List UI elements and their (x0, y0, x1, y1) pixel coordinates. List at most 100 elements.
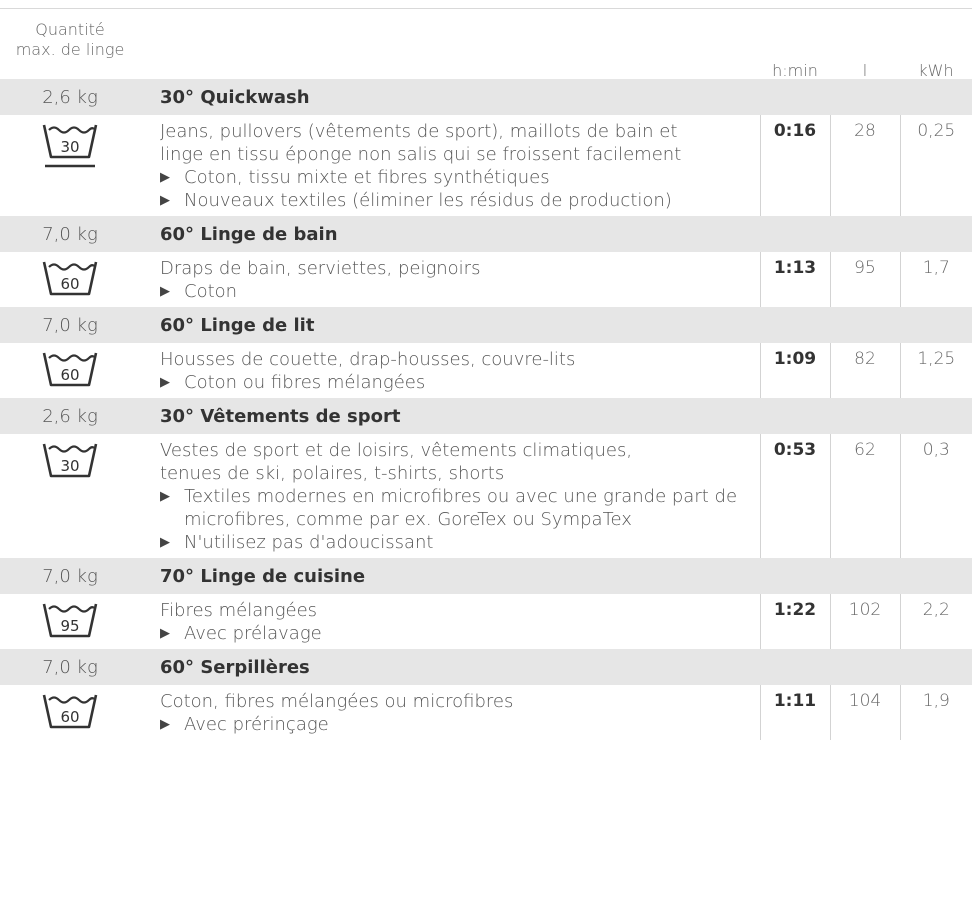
program-duration: 0:16 (760, 115, 831, 216)
program-description-line: linge en tissu éponge non salis qui se f… (160, 144, 682, 165)
bullet-triangle-icon: ▶ (160, 170, 170, 185)
program-detail-row: 60 Draps de bain, serviettes, peignoirs ▶ C… (0, 252, 972, 307)
program-description-line: Fibres mélangées (160, 600, 318, 621)
program-description-line: Coton, fibres mélangées ou microfibres (160, 691, 514, 712)
program-description: Housses de couette, drap-housses, couvre… (140, 343, 761, 398)
program-bullet: ▶ Coton, tissu mixte et fibres synthétiqu… (160, 166, 750, 189)
program-bullet: ▶ Nouveaux textiles (éliminer les résidus… (160, 189, 750, 212)
max-load: 7,0 kg (0, 216, 140, 252)
program-description-line: Housses de couette, drap-housses, couvre… (160, 349, 576, 370)
program-detail-row: 30 Vestes de sport et de loisirs, vêtemen… (0, 434, 972, 558)
bullet-triangle-icon: ▶ (160, 626, 170, 641)
program-bullet: ▶ Coton (160, 280, 750, 303)
program-title: 30° Vêtements de sport (140, 398, 972, 434)
program-energy: 2,2 (922, 600, 950, 620)
header-max-load-line2: max. de linge (15, 40, 125, 59)
program-title: 60° Linge de bain (140, 216, 972, 252)
wash-temperature-label: 30 (60, 138, 79, 156)
program-description-line: Draps de bain, serviettes, peignoirs (160, 258, 481, 279)
program-description: Draps de bain, serviettes, peignoirs ▶ Cot… (140, 252, 761, 307)
bullet-triangle-icon: ▶ (160, 535, 170, 550)
program-detail-row: 95 Fibres mélangées ▶ Avec prélavage 1:22 102… (0, 594, 972, 649)
program-energy: 0,3 (922, 440, 950, 460)
wash-temperature-icon: 30 (0, 115, 140, 216)
program-energy: 0,25 (917, 121, 956, 141)
program-title: 60° Serpillères (140, 649, 972, 685)
bullet-triangle-icon: ▶ (160, 375, 170, 390)
program-description-line: Vestes de sport et de loisirs, vêtements… (160, 440, 633, 461)
program-header-row: 7,0 kg 70° Linge de cuisine (0, 558, 972, 594)
program-description: Coton, fibres mélangées ou microfibres ▶ A… (140, 685, 761, 740)
program-water: 28 (830, 115, 901, 216)
wash-temperature-label: 60 (60, 275, 79, 293)
program-water: 82 (830, 343, 901, 398)
program-title: 60° Linge de lit (140, 307, 972, 343)
top-divider (0, 8, 972, 9)
wash-temperature-icon: 30 (0, 434, 140, 558)
program-title: 30° Quickwash (140, 79, 972, 115)
program-bullets: ▶ Avec prélavage (160, 622, 750, 645)
program-duration: 1:09 (760, 343, 831, 398)
program-bullet-text: Coton ou fibres mélangées (184, 372, 426, 393)
program-water: 104 (830, 685, 901, 740)
program-water: 95 (830, 252, 901, 307)
program-header-row: 7,0 kg 60° Linge de bain (0, 216, 972, 252)
wash-temperature-icon: 60 (0, 252, 140, 307)
program-bullet-text: Avec prérinçage (184, 714, 329, 735)
program-description: Vestes de sport et de loisirs, vêtements… (140, 434, 761, 558)
header-max-load: Quantité max. de linge (0, 20, 140, 60)
program-header-row: 7,0 kg 60° Serpillères (0, 649, 972, 685)
program-duration: 1:22 (760, 594, 831, 649)
program-bullet: ▶ Avec prélavage (160, 622, 750, 645)
program-description-line: tenues de ski, polaires, t-shirts, short… (160, 463, 505, 484)
program-bullets: ▶ Coton (160, 280, 750, 303)
wash-temperature-icon: 60 (0, 343, 140, 398)
program-detail-row: 60 Coton, fibres mélangées ou microfibres… (0, 685, 972, 740)
program-energy: 1,25 (917, 349, 956, 369)
wash-temperature-label: 60 (60, 708, 79, 726)
header-energy: kWh (918, 61, 954, 80)
bullet-triangle-icon: ▶ (160, 193, 170, 208)
program-description-line: Jeans, pullovers (vêtements de sport), m… (160, 121, 678, 142)
wash-temperature-icon: 60 (0, 685, 140, 740)
wash-temperature-icon: 95 (0, 594, 140, 649)
program-bullet: ▶ N'utilisez pas d'adoucissant (160, 531, 750, 554)
program-duration: 1:11 (760, 685, 831, 740)
program-bullet-text: Coton, tissu mixte et fibres synthétique… (184, 167, 550, 188)
program-bullet: ▶ Textiles modernes en microfibres ou ave… (160, 485, 750, 531)
program-bullet-text: Textiles modernes en microfibres ou avec… (184, 486, 738, 530)
wash-temperature-label: 60 (60, 366, 79, 384)
program-energy: 1,9 (922, 691, 950, 711)
program-duration: 0:53 (760, 434, 831, 558)
program-header-row: 7,0 kg 60° Linge de lit (0, 307, 972, 343)
program-bullet-text: Nouveaux textiles (éliminer les résidus … (184, 190, 672, 211)
program-bullet: ▶ Avec prérinçage (160, 713, 750, 736)
max-load: 7,0 kg (0, 649, 140, 685)
program-bullets: ▶ Coton ou fibres mélangées (160, 371, 750, 394)
program-table: 2,6 kg 30° Quickwash 30 Jeans, pullovers (v… (0, 79, 972, 740)
program-energy: 1,7 (922, 258, 950, 278)
program-duration: 1:13 (760, 252, 831, 307)
max-load: 2,6 kg (0, 398, 140, 434)
program-detail-row: 60 Housses de couette, drap-housses, couv… (0, 343, 972, 398)
program-bullet-text: Avec prélavage (184, 623, 322, 644)
program-bullets: ▶ Avec prérinçage (160, 713, 750, 736)
program-bullet-text: Coton (184, 281, 238, 302)
bullet-triangle-icon: ▶ (160, 284, 170, 299)
program-bullets: ▶ Coton, tissu mixte et fibres synthétiqu… (160, 166, 750, 212)
bullet-triangle-icon: ▶ (160, 717, 170, 732)
program-bullet-text: N'utilisez pas d'adoucissant (184, 532, 434, 553)
header-duration: h:min (772, 61, 818, 80)
header-water: l (862, 61, 868, 80)
program-water: 102 (830, 594, 901, 649)
bullet-triangle-icon: ▶ (160, 489, 170, 504)
wash-temperature-label: 95 (60, 617, 79, 635)
program-bullets: ▶ Textiles modernes en microfibres ou ave… (160, 485, 750, 554)
max-load: 7,0 kg (0, 307, 140, 343)
program-description: Jeans, pullovers (vêtements de sport), m… (140, 115, 761, 216)
program-description: Fibres mélangées ▶ Avec prélavage (140, 594, 761, 649)
program-bullet: ▶ Coton ou fibres mélangées (160, 371, 750, 394)
program-detail-row: 30 Jeans, pullovers (vêtements de sport),… (0, 115, 972, 216)
program-header-row: 2,6 kg 30° Quickwash (0, 79, 972, 115)
wash-temperature-label: 30 (60, 457, 79, 475)
